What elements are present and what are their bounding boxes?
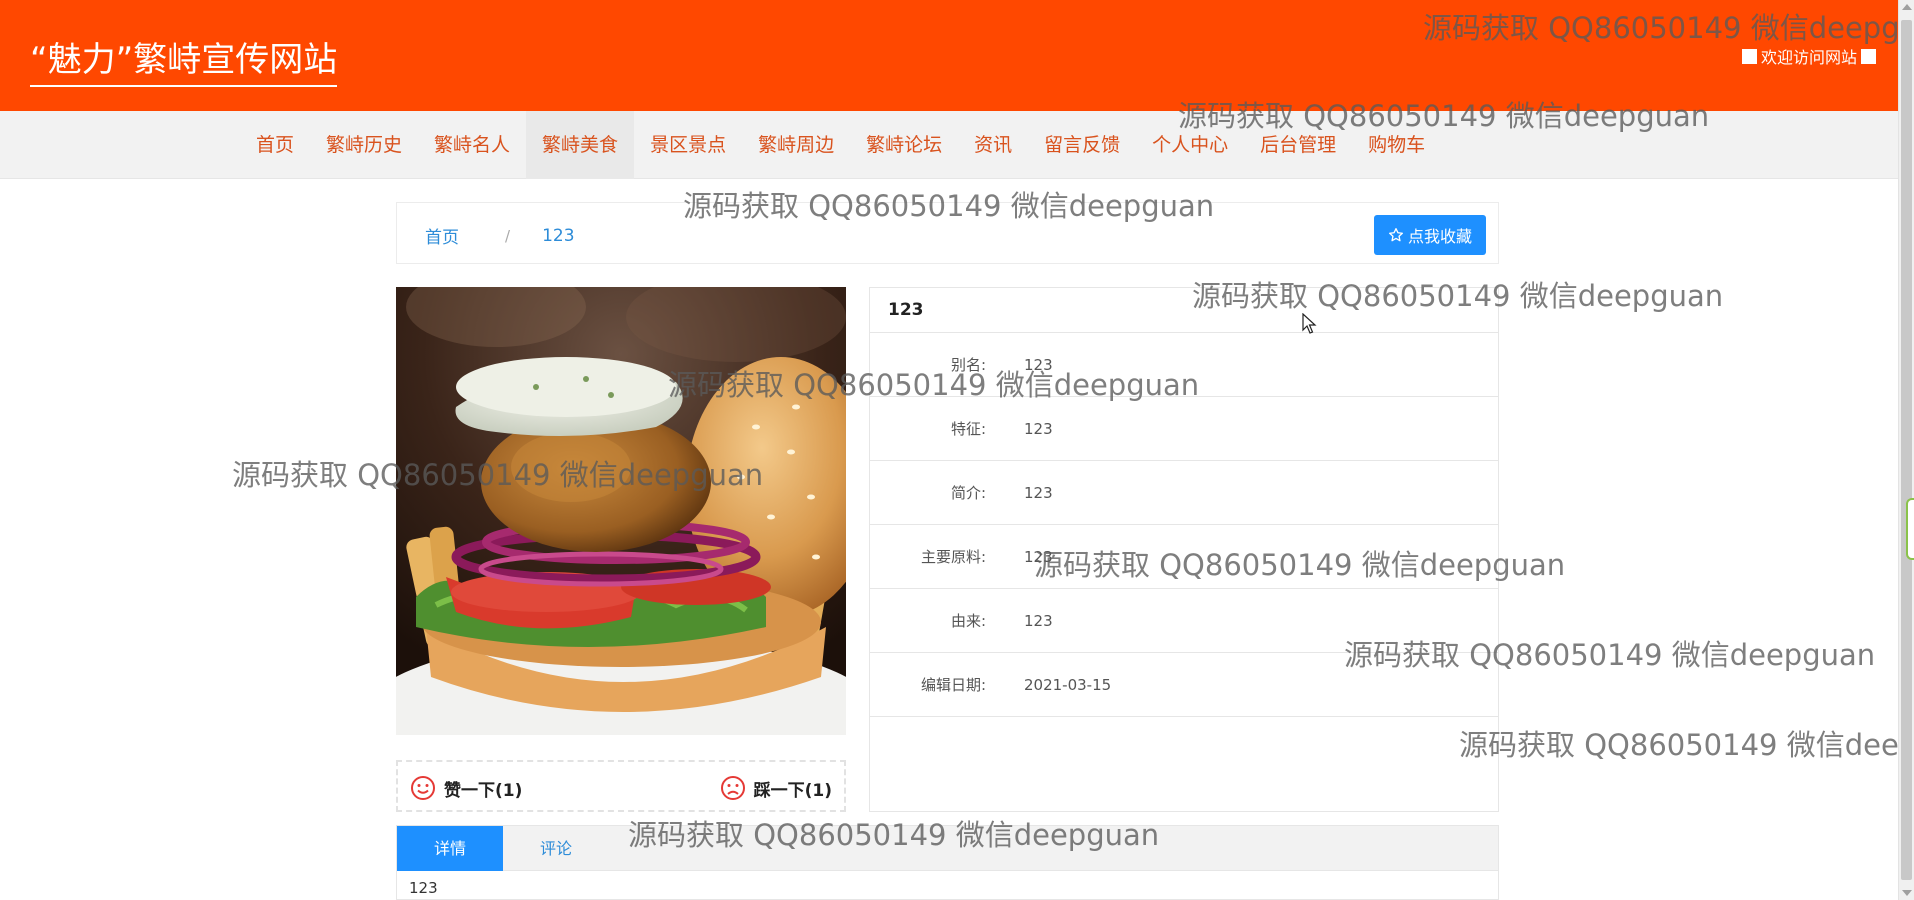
detail-panel: 123 别名: 123 特征: 123 简介: 123 主要原料: 123 由来…	[869, 287, 1499, 812]
nav-item-profile[interactable]: 个人中心	[1136, 111, 1244, 179]
detail-row-ingredients: 主要原料: 123	[870, 525, 1498, 589]
detail-value: 123	[1024, 484, 1053, 502]
nav-item-surroundings[interactable]: 繁峙周边	[742, 111, 850, 179]
scroll-down-arrow-icon[interactable]	[1902, 890, 1912, 896]
nav-item-celebrities[interactable]: 繁峙名人	[418, 111, 526, 179]
detail-row-alias: 别名: 123	[870, 333, 1498, 397]
detail-value: 123	[1024, 356, 1053, 374]
detail-value: 123	[1024, 548, 1053, 566]
nav-item-history[interactable]: 繁峙历史	[310, 111, 418, 179]
nav-item-feedback[interactable]: 留言反馈	[1028, 111, 1136, 179]
detail-title: 123	[870, 288, 1498, 333]
tab-header: 详情 评论	[397, 826, 1498, 871]
breadcrumb-bar: 首页 / 123 点我收藏	[396, 202, 1499, 264]
content-tabs: 详情 评论 123	[396, 825, 1499, 900]
tab-content: 123	[409, 879, 438, 897]
like-button[interactable]: 赞一下(1)	[410, 775, 522, 801]
detail-row-intro: 简介: 123	[870, 461, 1498, 525]
detail-row-origin: 由来: 123	[870, 589, 1498, 653]
vote-bar: 赞一下(1) 踩一下(1)	[396, 760, 846, 812]
like-label: 赞一下(1)	[444, 780, 523, 801]
tab-details[interactable]: 详情	[397, 826, 503, 871]
nav-item-cart[interactable]: 购物车	[1352, 111, 1441, 179]
dislike-button[interactable]: 踩一下(1)	[720, 775, 832, 801]
detail-label: 简介:	[950, 484, 986, 502]
breadcrumb-current-link[interactable]: 123	[542, 226, 574, 246]
detail-value: 123	[1024, 420, 1053, 438]
scroll-up-arrow-icon[interactable]	[1902, 4, 1912, 10]
favorite-button[interactable]: 点我收藏	[1374, 215, 1486, 255]
scrollbar-thumb[interactable]	[1901, 20, 1912, 880]
nav-item-admin[interactable]: 后台管理	[1244, 111, 1352, 179]
nav-item-food[interactable]: 繁峙美食	[526, 111, 635, 179]
vertical-scrollbar[interactable]	[1898, 0, 1914, 900]
square-icon	[1861, 48, 1876, 64]
tab-comments[interactable]: 评论	[503, 826, 609, 871]
breadcrumb: 首页 / 123	[425, 223, 575, 249]
detail-label: 特征:	[950, 420, 986, 438]
dislike-label: 踩一下(1)	[753, 780, 832, 801]
watermark: 源码获取 QQ86050149 微信deepguan	[1459, 728, 1914, 762]
detail-label: 由来:	[950, 612, 986, 630]
burger-photo	[396, 287, 846, 735]
food-image	[396, 287, 846, 735]
favorite-button-label: 点我收藏	[1407, 227, 1472, 246]
detail-row-edit-date: 编辑日期: 2021-03-15	[870, 653, 1498, 717]
main-nav: 首页 繁峙历史 繁峙名人 繁峙美食 景区景点 繁峙周边 繁峙论坛 资讯 留言反馈…	[0, 111, 1898, 179]
square-icon	[1741, 48, 1757, 64]
detail-value: 123	[1024, 612, 1053, 630]
detail-value: 2021-03-15	[1024, 676, 1112, 694]
smile-icon	[411, 776, 435, 800]
detail-label: 别名:	[950, 356, 986, 374]
site-title[interactable]: “魅力”繁峙宣传网站	[30, 32, 338, 87]
detail-label: 编辑日期:	[920, 676, 986, 694]
detail-label: 主要原料:	[920, 548, 986, 566]
nav-item-home[interactable]: 首页	[240, 111, 310, 179]
mouse-cursor-icon	[1302, 313, 1317, 334]
nav-item-news[interactable]: 资讯	[958, 111, 1028, 179]
star-icon	[1388, 228, 1403, 242]
welcome-banner: 欢迎访问网站	[1741, 44, 1876, 68]
nav-item-forum[interactable]: 繁峙论坛	[850, 111, 958, 179]
side-float-tab[interactable]	[1906, 498, 1914, 560]
nav-item-scenic-spots[interactable]: 景区景点	[634, 111, 742, 179]
breadcrumb-home-link[interactable]: 首页	[425, 223, 459, 248]
frown-icon	[720, 776, 745, 800]
welcome-text: 欢迎访问网站	[1760, 48, 1857, 67]
detail-row-features: 特征: 123	[870, 397, 1498, 461]
breadcrumb-separator: /	[505, 226, 511, 245]
site-header: “魅力”繁峙宣传网站 欢迎访问网站	[0, 0, 1898, 111]
